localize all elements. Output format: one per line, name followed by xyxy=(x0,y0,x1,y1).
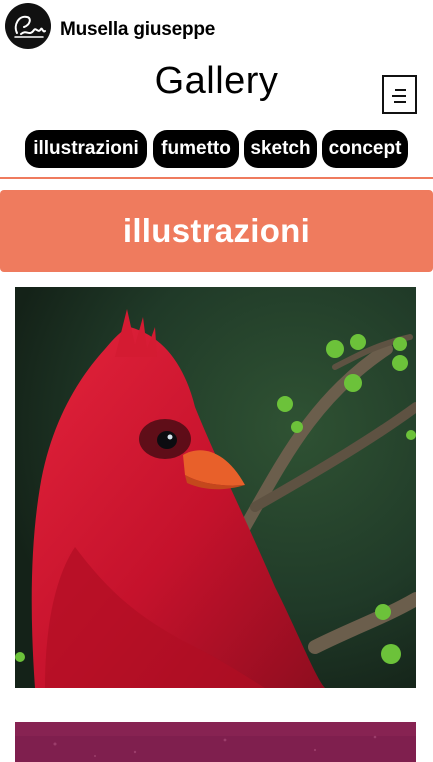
category-pill-illustrazioni[interactable]: illustrazioni xyxy=(25,130,147,168)
page-title: Gallery xyxy=(154,60,279,102)
menu-line xyxy=(392,95,406,97)
section-title-banner: illustrazioni xyxy=(0,190,433,272)
gallery-image-cardinal[interactable] xyxy=(15,287,416,688)
category-pill-concept[interactable]: concept xyxy=(322,130,408,168)
divider xyxy=(0,177,433,179)
magenta-artwork xyxy=(15,722,416,762)
menu-line xyxy=(395,89,406,91)
menu-line xyxy=(394,101,406,103)
category-filter-bar: illustrazioni fumetto sketch concept xyxy=(0,130,433,168)
category-pill-sketch[interactable]: sketch xyxy=(244,130,317,168)
hamburger-menu-icon[interactable] xyxy=(382,75,417,114)
category-pill-fumetto[interactable]: fumetto xyxy=(153,130,239,168)
cardinal-painting xyxy=(15,287,416,688)
signature-logo-icon[interactable] xyxy=(5,3,51,49)
site-name[interactable]: Musella giuseppe xyxy=(60,19,215,41)
site-header: Musella giuseppe xyxy=(0,0,433,56)
gallery-image-magenta[interactable] xyxy=(15,722,416,762)
